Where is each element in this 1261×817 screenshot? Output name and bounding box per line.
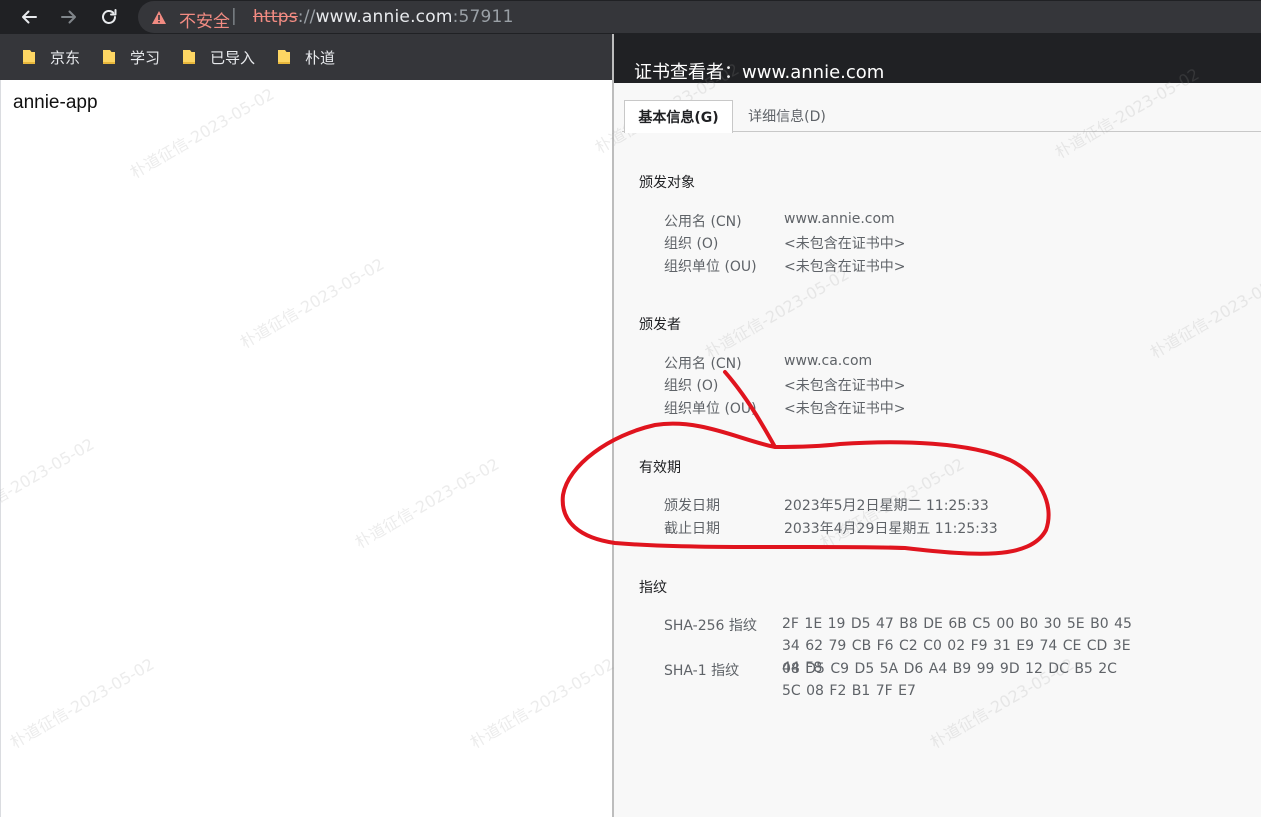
folder-icon (278, 50, 290, 64)
sha1-value: 08 D5 C9 D5 5A D6 A4 B9 99 9D 12 DC B5 2… (782, 661, 1117, 699)
page-text: annie-app (13, 92, 98, 113)
issued-by-cn-value: www.ca.com (784, 353, 873, 369)
sha256-label: SHA-256 指纹 (664, 618, 757, 634)
expiry-date-label: 截止日期 (664, 521, 720, 537)
folder-icon (183, 50, 195, 64)
reload-button[interactable] (96, 4, 122, 30)
reload-icon (102, 9, 117, 24)
issued-by-title: 颁发者 (639, 317, 681, 333)
folder-icon (23, 50, 35, 64)
certificate-header: 证书查看者：www.annie.com (614, 34, 1261, 83)
expiry-date-value: 2033年4月29日星期五 11:25:33 (784, 521, 998, 537)
url-scheme-separator: :// (297, 7, 316, 27)
issued-to-o-label: 组织 (O) (664, 236, 719, 252)
forward-arrow-icon (61, 10, 76, 24)
bookmark-label: 已导入 (210, 48, 256, 67)
bookmark-folder-pudao[interactable]: 朴道 (277, 46, 335, 68)
validity-title: 有效期 (639, 460, 681, 476)
address-bar[interactable]: 不安全 | https://www.annie.com:57911 (138, 1, 1261, 33)
issued-to-ou-label: 组织单位 (OU) (664, 259, 757, 275)
issued-by-o-value: <未包含在证书中> (784, 378, 906, 394)
issued-to-o-value: <未包含在证书中> (784, 236, 906, 252)
bookmark-label: 京东 (50, 48, 81, 67)
folder-icon (103, 50, 115, 64)
forward-button[interactable] (56, 4, 82, 30)
issued-by-ou-label: 组织单位 (OU) (664, 401, 757, 417)
issued-to-title: 颁发对象 (639, 175, 695, 191)
browser-toolbar: 不安全 | https://www.annie.com:57911 (0, 0, 1261, 34)
issued-by-ou-value: <未包含在证书中> (784, 401, 906, 417)
issued-to-ou-value: <未包含在证书中> (784, 259, 906, 275)
url-scheme: https (253, 7, 298, 27)
issue-date-value: 2023年5月2日星期二 11:25:33 (784, 498, 989, 514)
bookmarks-bar: 京东 学习 已导入 朴道 (0, 34, 613, 80)
url-host: www.annie.com (315, 7, 453, 27)
back-button[interactable] (16, 4, 42, 30)
issued-to-cn-value: www.annie.com (784, 211, 895, 227)
tab-general[interactable]: 基本信息(G) (624, 100, 733, 133)
bookmark-label: 朴道 (305, 48, 336, 67)
url-port: :57911 (452, 7, 514, 27)
not-secure-label[interactable]: 不安全 (179, 7, 230, 32)
issued-to-cn-label: 公用名 (CN) (664, 214, 742, 230)
issued-by-cn-label: 公用名 (CN) (664, 356, 742, 372)
url-separator: | (231, 6, 237, 26)
url-text[interactable]: https://www.annie.com:57911 (253, 7, 514, 27)
issued-by-o-label: 组织 (O) (664, 378, 719, 394)
tab-details[interactable]: 详细信息(D) (734, 100, 840, 132)
warning-triangle-icon[interactable] (151, 10, 167, 25)
certificate-tabs: 基本信息(G) 详细信息(D) (614, 83, 1261, 133)
certificate-title: 证书查看者：www.annie.com (634, 62, 885, 83)
sha1-label: SHA-1 指纹 (664, 663, 740, 679)
fingerprints-title: 指纹 (639, 580, 667, 596)
bookmark-folder-jingdong[interactable]: 京东 (22, 46, 80, 68)
back-arrow-icon (22, 10, 37, 24)
page-content: annie-app (0, 80, 613, 817)
bookmark-folder-study[interactable]: 学习 (102, 46, 160, 68)
bookmark-folder-imported[interactable]: 已导入 (182, 46, 255, 68)
bookmark-label: 学习 (130, 48, 161, 67)
issue-date-label: 颁发日期 (664, 498, 720, 514)
certificate-viewer: 证书查看者：www.annie.com 基本信息(G) 详细信息(D) 颁发对象… (614, 34, 1261, 817)
